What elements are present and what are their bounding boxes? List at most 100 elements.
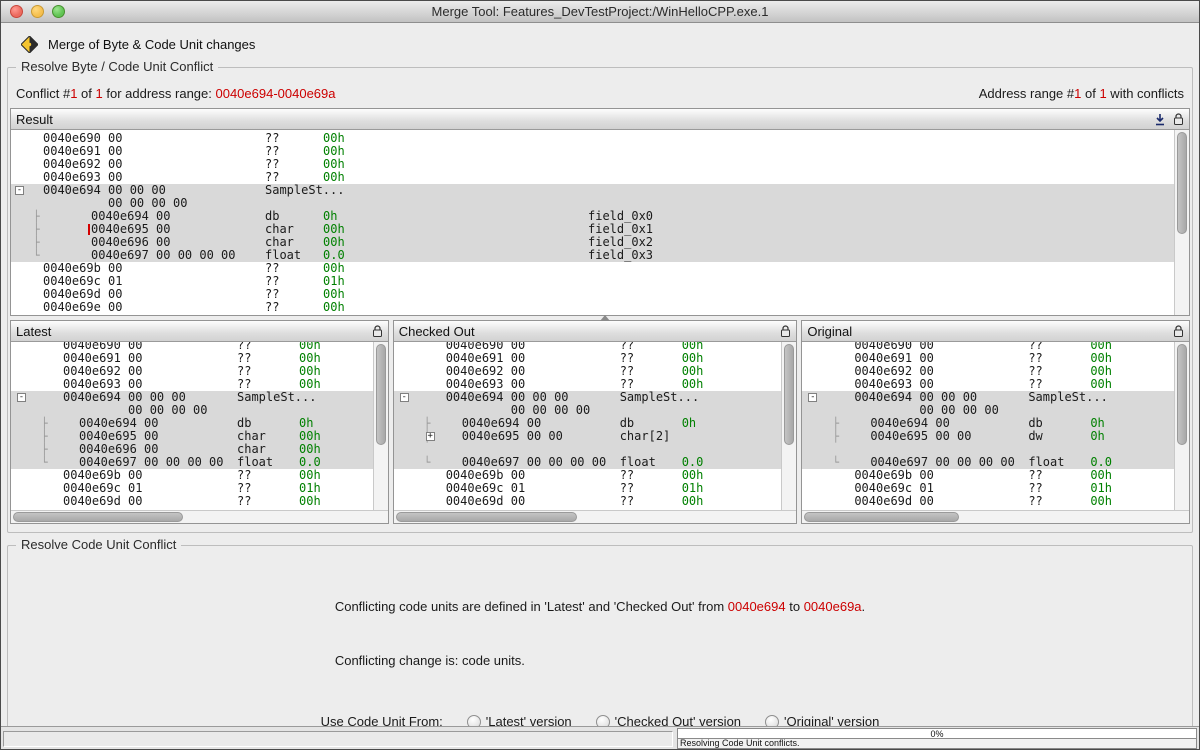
result-panel: Result 0040e690 00??00h0040e691 00??00h0… <box>10 108 1190 316</box>
tree-connector: └ <box>41 456 48 469</box>
lock-icon[interactable] <box>1173 325 1184 338</box>
tree-connector: └ <box>33 249 40 262</box>
tree-connector: ├ <box>41 417 48 430</box>
vertical-scrollbar[interactable] <box>1174 342 1189 510</box>
tree-connector: ├ <box>33 210 40 223</box>
address-bytes: 0040e694 00 00 00 00 00 00 00 <box>854 391 999 417</box>
panel-title: Original <box>807 324 1166 339</box>
scrollbar-thumb[interactable] <box>13 512 183 522</box>
listing-row[interactable]: 0040e691 00??00h <box>11 145 1174 158</box>
scrollbar-thumb[interactable] <box>396 512 577 522</box>
listing-row[interactable]: ├ 0040e695 00 00 dw 0h <box>802 430 1174 443</box>
scrollbar-thumb[interactable] <box>1177 344 1187 445</box>
expand-toggle-icon[interactable]: + <box>426 432 435 441</box>
merge-icon <box>21 36 38 53</box>
groupbox-title: Resolve Byte / Code Unit Conflict <box>16 59 218 74</box>
mnemonic: dw <box>1028 430 1042 443</box>
resolve-byte-codeunit-groupbox: Resolve Byte / Code Unit Conflict Confli… <box>7 67 1193 533</box>
listing-cursor <box>88 224 90 235</box>
collapse-toggle-icon[interactable]: - <box>17 393 26 402</box>
latest-panel: Latest 0040e690 00??00h0040e691 00??00h0… <box>10 320 389 524</box>
result-panel-header: Result <box>11 109 1189 130</box>
address-bytes: 0040e695 00 00 <box>870 430 971 443</box>
field-name: field_0x3 <box>588 249 653 262</box>
window-title: Merge Tool: Features_DevTestProject:/Win… <box>1 4 1199 19</box>
scrollbar-thumb[interactable] <box>1177 132 1187 234</box>
titlebar: Merge Tool: Features_DevTestProject:/Win… <box>1 1 1199 23</box>
operand-value: 0h <box>1090 430 1104 443</box>
tree-connector: ├ <box>41 443 48 456</box>
scrollbar-thumb[interactable] <box>784 344 794 445</box>
vertical-scrollbar[interactable] <box>781 342 796 510</box>
mnemonic: ?? <box>1028 495 1042 508</box>
scrollbar-thumb[interactable] <box>804 512 959 522</box>
address-bytes: 0040e69d 00 <box>446 495 525 508</box>
listing-row[interactable]: -0040e694 00 00 00 00 00 00 00SampleSt..… <box>394 391 782 417</box>
original-panel-header: Original <box>802 321 1189 342</box>
mnemonic: SampleSt... <box>1028 391 1107 404</box>
listing-row[interactable]: 0040e69c 01??01h <box>11 275 1174 288</box>
tree-connector: └ <box>424 456 431 469</box>
listing-row[interactable]: 0040e69d 00??00h <box>11 288 1174 301</box>
address-bytes: 0040e694 00 00 00 00 00 00 00 <box>63 391 208 417</box>
conflict-counter: Conflict #1 of 1 for address range: 0040… <box>16 86 336 101</box>
tree-connector: ├ <box>832 430 839 443</box>
address-bytes: 0040e695 00 00 <box>462 430 563 443</box>
latest-listing[interactable]: 0040e690 00??00h0040e691 00??00h0040e692… <box>11 342 373 510</box>
listing-row[interactable]: 0040e69e 00??00h <box>11 301 1174 314</box>
operand-value: 00h <box>299 495 321 508</box>
listing-row[interactable]: 0040e690 00??00h <box>11 132 1174 145</box>
tree-connector: ├ <box>33 223 40 236</box>
tree-connector: └ <box>832 456 839 469</box>
mnemonic: char[2] <box>620 430 671 443</box>
address-bytes: 0040e69e 00 <box>43 301 122 314</box>
listing-row[interactable]: 0040e69b 00??00h <box>11 262 1174 275</box>
listing-row[interactable]: └0040e697 00 00 00 00float0.0field_0x3 <box>11 249 1174 262</box>
groupbox-title: Resolve Code Unit Conflict <box>16 537 181 552</box>
listing-row[interactable]: ├0040e694 00db0h <box>394 417 782 430</box>
latest-panel-header: Latest <box>11 321 388 342</box>
listing-row[interactable]: 0040e692 00??00h <box>11 158 1174 171</box>
scrollbar-thumb[interactable] <box>376 344 386 445</box>
lock-icon[interactable] <box>372 325 383 338</box>
collapse-toggle-icon[interactable]: - <box>400 393 409 402</box>
address-bytes: 0040e69d 00 <box>854 495 933 508</box>
listing-row[interactable]: ├0040e694 00db0h <box>802 417 1174 430</box>
tree-connector: ├ <box>424 417 431 430</box>
listing-row[interactable]: 0040e69d 00?? 00h <box>802 495 1174 508</box>
listing-row[interactable]: - 0040e694 00 00 00 00 00 00 00 SampleSt..… <box>802 391 1174 417</box>
download-arrow-icon[interactable] <box>1154 113 1166 126</box>
operand-value: 00h <box>682 495 704 508</box>
collapse-toggle-icon[interactable]: - <box>15 186 24 195</box>
panel-title: Latest <box>16 324 365 339</box>
checked-out-listing[interactable]: 0040e690 00??00h0040e691 00??00h0040e692… <box>394 342 782 510</box>
vertical-scrollbar[interactable] <box>1174 130 1189 315</box>
lock-icon[interactable] <box>1173 113 1184 126</box>
result-listing[interactable]: 0040e690 00??00h0040e691 00??00h0040e692… <box>11 130 1174 315</box>
horizontal-scrollbar[interactable] <box>394 510 797 523</box>
horizontal-scrollbar[interactable] <box>802 510 1189 523</box>
panel-title: Result <box>16 112 1147 127</box>
mnemonic: ?? <box>620 495 634 508</box>
resolve-codeunit-groupbox: Resolve Code Unit Conflict Conflicting c… <box>7 545 1193 750</box>
vertical-scrollbar[interactable] <box>373 342 388 510</box>
mnemonic: SampleSt... <box>265 184 344 197</box>
listing-row[interactable]: 0040e69d 00??00h <box>11 495 373 508</box>
page-title: Merge of Byte & Code Unit changes <box>48 37 255 52</box>
mnemonic: ?? <box>237 495 251 508</box>
listing-row[interactable]: ├+0040e695 00 00char[2] <box>394 430 782 443</box>
operand-value: 0h <box>682 417 696 430</box>
listing-row[interactable]: 0040e693 00??00h <box>11 171 1174 184</box>
listing-row[interactable]: 0040e69d 00?? 00h <box>394 495 782 508</box>
lock-icon[interactable] <box>780 325 791 338</box>
operand-value: 00h <box>1090 495 1112 508</box>
tree-connector: ├ <box>33 236 40 249</box>
splitter-grip[interactable] <box>600 315 610 321</box>
original-panel: Original 0040e690 00??00h0040e691 00??00… <box>801 320 1190 524</box>
original-listing[interactable]: 0040e690 00??00h0040e691 00??00h0040e692… <box>802 342 1174 510</box>
collapse-toggle-icon[interactable]: - <box>808 393 817 402</box>
listing-row[interactable]: -0040e694 00 00 00 00 00 00 00SampleSt..… <box>11 391 373 417</box>
horizontal-scrollbar[interactable] <box>11 510 388 523</box>
listing-row[interactable]: - 0040e694 00 00 00 00 00 00 00 SampleSt..… <box>11 184 1174 210</box>
address-bytes: 0040e694 00 00 00 00 00 00 00 <box>43 184 188 210</box>
